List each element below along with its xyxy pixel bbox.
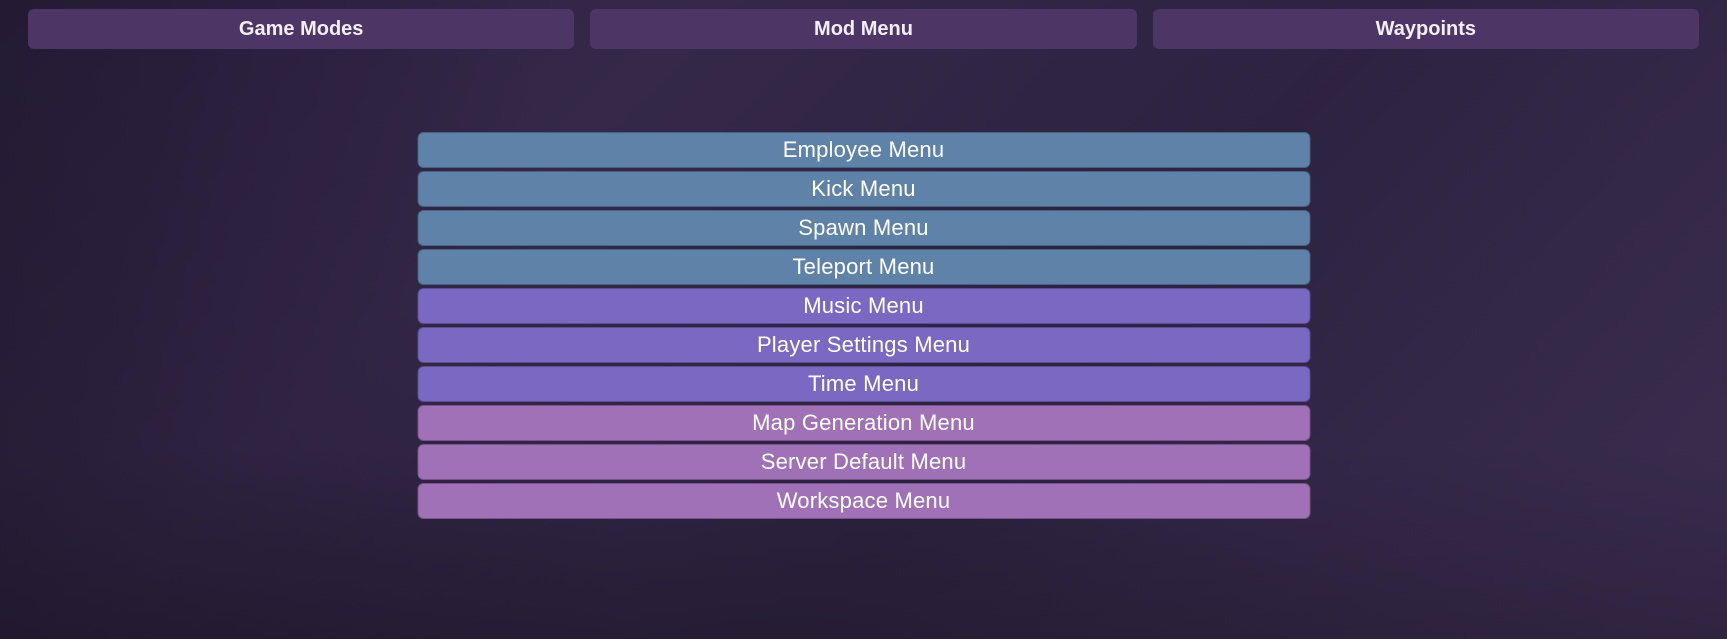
menu-item-spawn[interactable]: Spawn Menu [417, 210, 1310, 246]
menu-item-workspace[interactable]: Workspace Menu [417, 483, 1310, 519]
menu-item-time[interactable]: Time Menu [417, 366, 1310, 402]
tab-waypoints[interactable]: Waypoints [1153, 9, 1699, 49]
tab-mod-menu[interactable]: Mod Menu [590, 9, 1136, 49]
menu-item-music[interactable]: Music Menu [417, 288, 1310, 324]
top-tab-bar: Game Modes Mod Menu Waypoints [28, 9, 1699, 49]
menu-item-server-default[interactable]: Server Default Menu [417, 444, 1310, 480]
menu-item-kick[interactable]: Kick Menu [417, 171, 1310, 207]
menu-item-employee[interactable]: Employee Menu [417, 132, 1310, 168]
mod-menu-list: Employee Menu Kick Menu Spawn Menu Telep… [417, 132, 1310, 519]
menu-item-teleport[interactable]: Teleport Menu [417, 249, 1310, 285]
tab-game-modes[interactable]: Game Modes [28, 9, 574, 49]
menu-item-map-generation[interactable]: Map Generation Menu [417, 405, 1310, 441]
menu-item-player-settings[interactable]: Player Settings Menu [417, 327, 1310, 363]
